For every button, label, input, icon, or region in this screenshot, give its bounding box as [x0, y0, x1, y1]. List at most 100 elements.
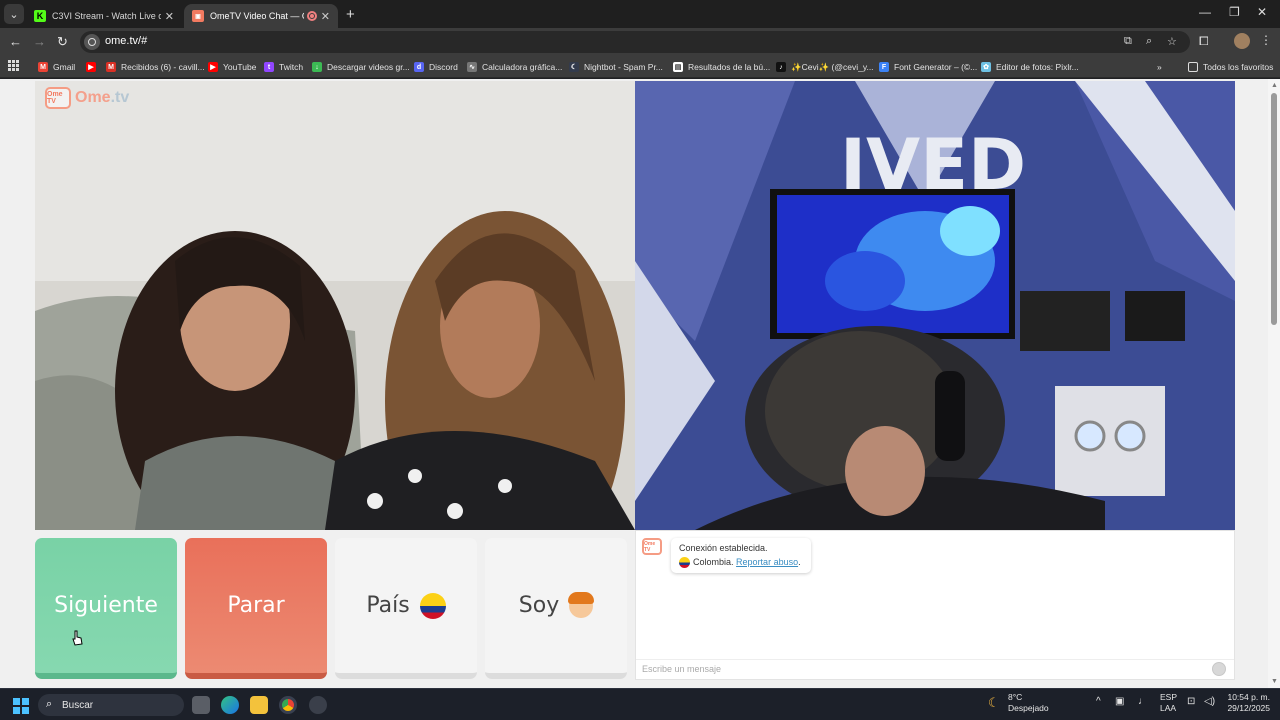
bookmark-discord[interactable]: d Discord [414, 60, 458, 74]
next-button[interactable]: Siguiente [35, 538, 177, 679]
bookmark-label: Resultados de la bú... [688, 62, 771, 72]
gmail-icon: M [38, 62, 48, 72]
task-view-icon[interactable] [192, 696, 210, 714]
tiktok-icon: ♪ [776, 62, 786, 72]
new-tab-button[interactable]: + [346, 6, 355, 23]
own-webcam-video: IVED [635, 81, 1235, 530]
stranger-video [35, 81, 635, 530]
country-button-label: País [366, 593, 410, 618]
message-input[interactable]: Escribe un mensaje [636, 659, 1234, 679]
bookmark-outlook[interactable]: M Recibidos (6) - cavill... [106, 60, 205, 74]
nightbot-icon: ☾ [569, 62, 579, 72]
tab-c3vi-stream[interactable]: K C3VI Stream - Watch Live on Ki ✕ [26, 4, 182, 28]
bookmark-star-icon[interactable]: ☆ [1167, 35, 1177, 48]
download-icon: ↓ [312, 62, 322, 72]
tab-title: OmeTV Video Chat — Ome [210, 11, 304, 21]
microphone-icon[interactable]: ♩ [1138, 696, 1148, 707]
bookmark-calculadora[interactable]: ∿ Calculadora gráfica... [467, 60, 562, 74]
windows-start-icon[interactable] [13, 698, 29, 714]
close-window-button[interactable]: ✕ [1257, 5, 1267, 19]
close-tab-icon[interactable]: ✕ [321, 10, 330, 23]
more-bookmarks-button[interactable]: » [1157, 60, 1162, 74]
install-app-icon[interactable]: ⧉ [1124, 35, 1132, 48]
youtube-icon: ▶ [208, 62, 218, 72]
weather-temp: 8°C [1008, 692, 1023, 702]
tray-overflow-icon[interactable]: ^ [1096, 696, 1101, 707]
bookmark-label: Discord [429, 62, 458, 72]
forward-button[interactable]: → [33, 34, 46, 49]
volume-icon[interactable]: ◁) [1204, 696, 1215, 707]
profile-avatar[interactable] [1234, 33, 1250, 49]
twitch-icon: t [264, 62, 274, 72]
apps-grid-icon[interactable] [8, 60, 19, 71]
outlook-icon: M [106, 62, 116, 72]
emoji-picker-icon[interactable] [1212, 662, 1226, 676]
bookmark-gmail[interactable]: M Gmail [38, 60, 75, 74]
extensions-icon[interactable]: ⧠ [1199, 34, 1209, 49]
stop-button[interactable]: Parar [185, 538, 327, 679]
bookmark-label: Nightbot - Spam Pr... [584, 62, 663, 72]
hand-cursor-icon [72, 630, 83, 646]
clock-time: 10:54 p. m. [1227, 692, 1270, 702]
reload-button[interactable]: ↻ [57, 34, 68, 50]
country-button[interactable]: País [335, 538, 477, 679]
recording-icon [306, 11, 317, 21]
menu-icon[interactable]: ⋮ [1260, 33, 1272, 47]
taskbar-clock[interactable]: 10:54 p. m. 29/12/2025 [1222, 692, 1270, 714]
tab-strip: ⌄ K C3VI Stream - Watch Live on Ki ✕ ▣ O… [0, 0, 1280, 28]
minimize-button[interactable]: — [1199, 5, 1211, 19]
bookmark-font-generator[interactable]: F Font Generator – (©... [879, 60, 977, 74]
report-abuse-link[interactable]: Reportar abuso [736, 557, 798, 567]
chrome-icon[interactable] [279, 696, 297, 714]
bookmark-youtube-icon-only[interactable]: ▶ [86, 60, 101, 74]
taskbar: ⌕ Buscar ^ ▣ ♩ ⊡ ◁) [0, 688, 1280, 720]
site-info-icon[interactable] [84, 34, 100, 50]
gender-button[interactable]: Soy [485, 538, 627, 679]
own-webcam-frame: IVED [635, 81, 1235, 530]
tray-app-icon[interactable]: ▣ [1115, 696, 1124, 707]
bookmark-label: ✨Cevi✨ (@cevi_y... [791, 61, 874, 72]
clock-date: 29/12/2025 [1227, 703, 1270, 713]
bookmark-pixlr[interactable]: ✿ Editor de fotos: Pixlr... [981, 60, 1079, 74]
weather-widget[interactable]: 8°C Despejado [1008, 692, 1049, 714]
bookmark-label: Descargar videos gr... [327, 62, 410, 72]
taskbar-search[interactable]: ⌕ Buscar [38, 694, 184, 716]
scrollbar-thumb[interactable] [1271, 93, 1277, 325]
close-tab-icon[interactable]: ✕ [165, 10, 174, 23]
ometv-logo[interactable]: Ome TV Ome.tv [45, 87, 129, 109]
restore-button[interactable]: ❐ [1229, 5, 1240, 19]
bookmark-tiktok[interactable]: ♪ ✨Cevi✨ (@cevi_y... [776, 60, 874, 74]
url-text: ome.tv/# [105, 35, 148, 47]
country-text: Colombia. [693, 557, 734, 567]
youtube-icon: ▶ [86, 62, 96, 72]
zoom-icon[interactable]: ⌕ [1146, 35, 1152, 48]
all-favorites-folder[interactable]: Todos los favoritos [1188, 60, 1273, 74]
logo-text-tv: .tv [110, 89, 130, 106]
bookmark-resultados[interactable]: ▤ Resultados de la bú... [673, 60, 770, 74]
bookmark-youtube[interactable]: ▶ YouTube [208, 60, 256, 74]
all-favorites-label: Todos los favoritos [1203, 62, 1274, 72]
page-scrollbar[interactable]: ▲ ▼ [1268, 79, 1280, 688]
gender-button-label: Soy [518, 593, 560, 618]
language-indicator[interactable]: ESP LAA [1160, 692, 1177, 714]
network-icon[interactable]: ⊡ [1187, 696, 1195, 707]
moon-weather-icon: ☾ [988, 695, 1000, 710]
edge-icon[interactable] [221, 696, 239, 714]
bookmark-nightbot[interactable]: ☾ Nightbot - Spam Pr... [569, 60, 663, 74]
tab-search-button[interactable]: ⌄ [4, 4, 24, 24]
taskbar-search-label: Buscar [62, 699, 94, 711]
ometv-chat-icon: Ome TV [642, 538, 662, 555]
lang-line1: ESP [1160, 692, 1178, 702]
back-button[interactable]: ← [9, 34, 22, 49]
obs-icon[interactable] [309, 696, 327, 714]
file-explorer-icon[interactable] [250, 696, 268, 714]
stranger-video-frame [35, 81, 635, 530]
bookmark-twitch[interactable]: t Twitch [264, 60, 303, 74]
address-bar[interactable]: ome.tv/# ⧉ ⌕ ☆ [80, 31, 1190, 53]
kick-icon: K [34, 10, 46, 22]
tab-ometv[interactable]: ▣ OmeTV Video Chat — Ome ✕ [184, 4, 338, 28]
toolbar: ← → ↻ ome.tv/# ⧉ ⌕ ☆ ⧠ [0, 28, 1280, 56]
tab-title: C3VI Stream - Watch Live on Ki [52, 11, 161, 21]
ometv-icon: ▣ [192, 10, 204, 22]
bookmark-descargar[interactable]: ↓ Descargar videos gr... [312, 60, 410, 74]
